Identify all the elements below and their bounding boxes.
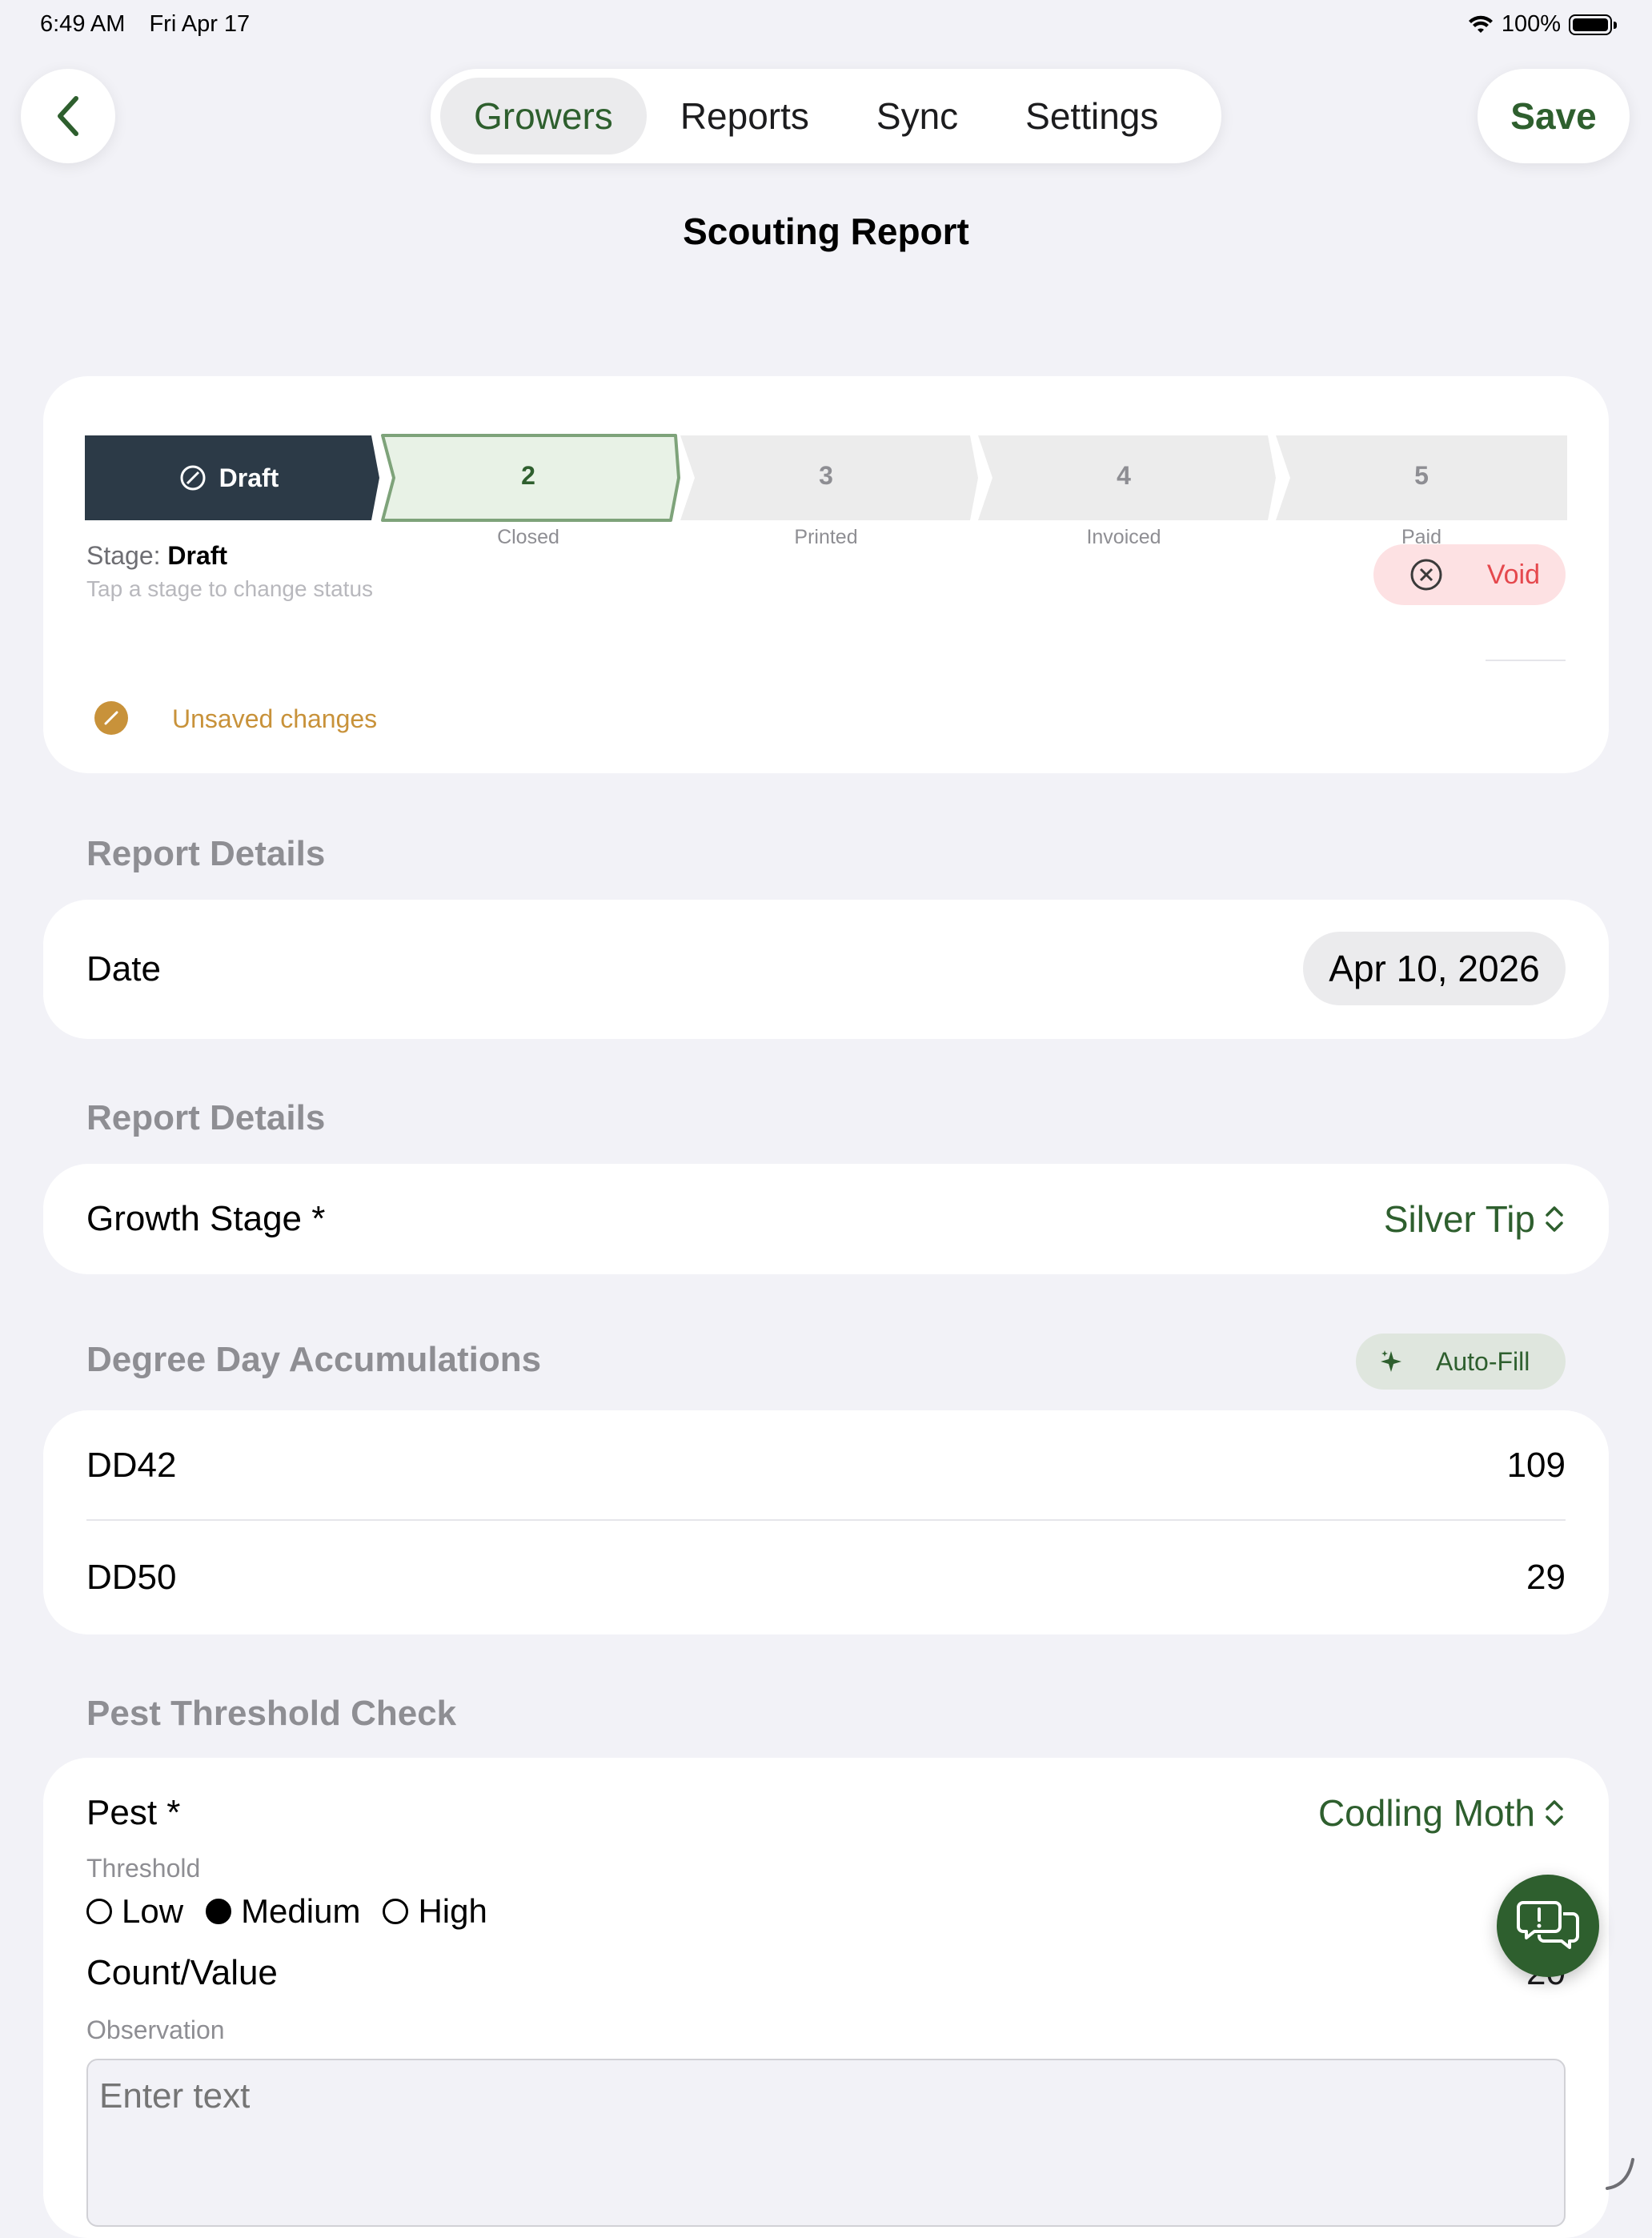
battery-percent: 100% bbox=[1501, 11, 1561, 37]
threshold-high[interactable]: High bbox=[383, 1892, 487, 1931]
pest-picker[interactable]: Codling Moth bbox=[1318, 1791, 1566, 1835]
growth-stage-picker[interactable]: Silver Tip bbox=[1384, 1197, 1566, 1241]
feedback-button[interactable] bbox=[1497, 1875, 1599, 1977]
battery-icon bbox=[1569, 14, 1617, 35]
current-stage: Stage: Draft bbox=[86, 541, 228, 570]
stage-4-caption: Invoiced bbox=[1086, 526, 1161, 548]
threshold-label: Threshold bbox=[86, 1854, 201, 1883]
growth-stage-label: Growth Stage * bbox=[86, 1199, 326, 1238]
divider bbox=[1486, 660, 1566, 661]
status-bar-right: 100% bbox=[1468, 11, 1617, 38]
threshold-medium[interactable]: Medium bbox=[206, 1892, 360, 1931]
tab-settings[interactable]: Settings bbox=[992, 78, 1192, 154]
stage-4-number: 4 bbox=[1117, 461, 1131, 490]
autofill-button[interactable]: Auto-Fill bbox=[1356, 1334, 1566, 1390]
stage-3-number: 3 bbox=[819, 461, 833, 490]
resize-handle-icon[interactable] bbox=[1604, 2156, 1636, 2192]
chevron-up-down-icon bbox=[1546, 1206, 1563, 1232]
unsaved-changes-label: Unsaved changes bbox=[172, 704, 378, 733]
void-button[interactable]: Void bbox=[1373, 544, 1566, 605]
back-button[interactable] bbox=[21, 69, 115, 163]
save-button[interactable]: Save bbox=[1478, 69, 1630, 163]
tab-reports[interactable]: Reports bbox=[647, 78, 843, 154]
count-label: Count/Value bbox=[86, 1953, 278, 1992]
stage-hint: Tap a stage to change status bbox=[86, 576, 374, 601]
dd50-label: DD50 bbox=[86, 1558, 177, 1597]
section-title-report-details: Report Details bbox=[86, 834, 326, 873]
threshold-radio-group: Low Medium High bbox=[86, 1892, 510, 1931]
dd42-label: DD42 bbox=[86, 1446, 177, 1485]
status-date: Fri Apr 17 bbox=[149, 11, 251, 37]
threshold-low[interactable]: Low bbox=[86, 1892, 183, 1931]
dd50-value[interactable]: 29 bbox=[1526, 1558, 1566, 1598]
nav-tabs: Growers Reports Sync Settings bbox=[431, 69, 1221, 163]
dd42-value[interactable]: 109 bbox=[1507, 1446, 1566, 1486]
status-bar-left: 6:49 AM Fri Apr 17 bbox=[40, 11, 267, 38]
degree-day-card bbox=[43, 1410, 1609, 1634]
chevron-left-icon bbox=[58, 96, 78, 136]
slash-circle-icon bbox=[180, 465, 206, 491]
section-title-growth: Report Details bbox=[86, 1098, 326, 1137]
date-picker[interactable]: Apr 10, 2026 bbox=[1303, 932, 1566, 1005]
tab-sync[interactable]: Sync bbox=[843, 78, 992, 154]
page-title: Scouting Report bbox=[683, 211, 969, 252]
stage-3-caption: Printed bbox=[794, 526, 858, 548]
status-time: 6:49 AM bbox=[40, 11, 126, 37]
section-title-degree-days: Degree Day Accumulations bbox=[86, 1340, 542, 1379]
pencil-icon bbox=[94, 701, 128, 735]
x-circle-icon bbox=[1410, 559, 1442, 591]
date-label: Date bbox=[86, 949, 161, 989]
radio-icon bbox=[86, 1899, 112, 1924]
observation-textarea[interactable] bbox=[86, 2059, 1566, 2227]
tab-growers[interactable]: Growers bbox=[440, 78, 647, 154]
radio-icon bbox=[383, 1899, 409, 1924]
chat-exclamation-icon bbox=[1517, 1901, 1579, 1949]
stage-draft-label: Draft bbox=[85, 435, 373, 520]
chevron-up-down-icon bbox=[1546, 1800, 1563, 1826]
row-divider bbox=[86, 1519, 1566, 1521]
sparkle-icon bbox=[1381, 1350, 1401, 1372]
stage-2-number: 2 bbox=[521, 461, 535, 490]
wifi-icon bbox=[1468, 15, 1493, 33]
observation-label: Observation bbox=[86, 2015, 225, 2044]
section-title-pest: Pest Threshold Check bbox=[86, 1694, 457, 1733]
stage-5-number: 5 bbox=[1414, 461, 1429, 490]
pest-label: Pest * bbox=[86, 1793, 181, 1832]
stage-2-caption: Closed bbox=[497, 526, 559, 548]
radio-selected-icon bbox=[206, 1899, 232, 1924]
